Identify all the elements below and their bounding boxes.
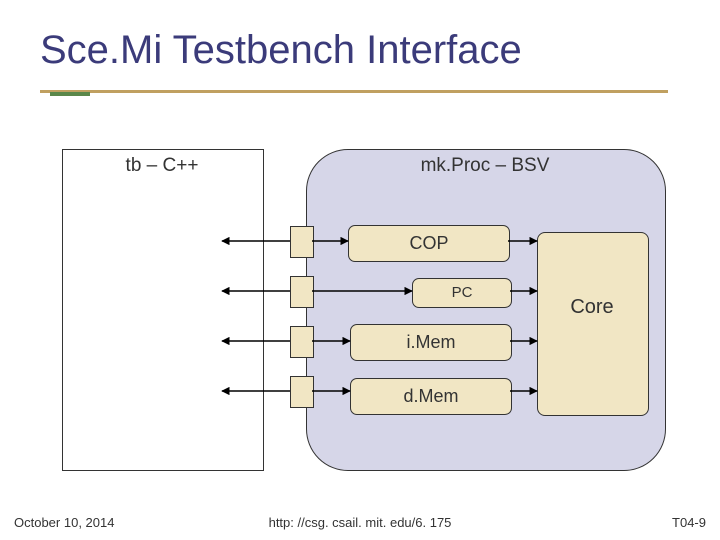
core-label: Core (537, 296, 647, 319)
module-dmem: d.Mem (350, 378, 512, 415)
module-pc: PC (412, 278, 512, 308)
port-cop (290, 226, 314, 258)
tb-box (62, 149, 264, 471)
port-pc (290, 276, 314, 308)
title-accent (50, 92, 90, 96)
proc-label: mk.Proc – BSV (306, 155, 664, 177)
module-imem: i.Mem (350, 324, 512, 361)
port-imem (290, 326, 314, 358)
port-dmem (290, 376, 314, 408)
module-cop: COP (348, 225, 510, 262)
title-underline (40, 90, 668, 93)
footer-url: http: //csg. csail. mit. edu/6. 175 (0, 515, 720, 530)
slide-title: Sce.Mi Testbench Interface (40, 28, 680, 73)
slide: Sce.Mi Testbench Interface tb – C++ mk.P… (0, 0, 720, 540)
tb-label: tb – C++ (62, 155, 262, 177)
footer-slide: T04-9 (672, 515, 706, 530)
core-box (537, 232, 649, 416)
